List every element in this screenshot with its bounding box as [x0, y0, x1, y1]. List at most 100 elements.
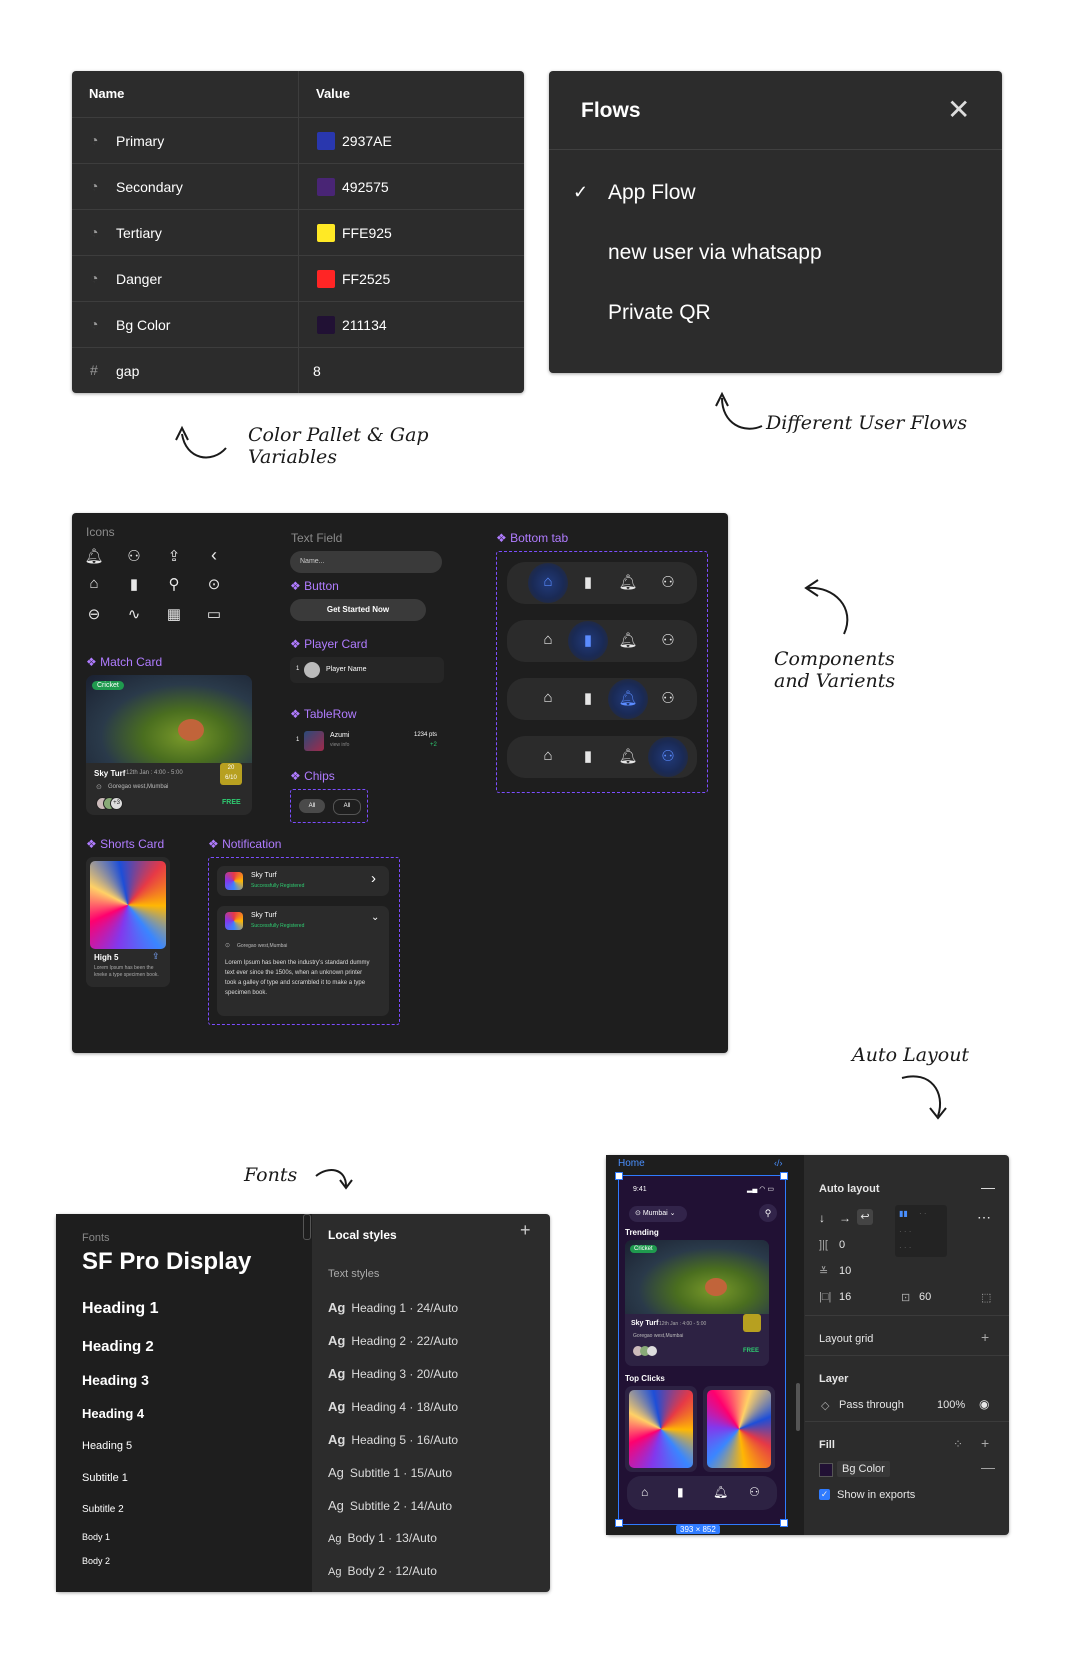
eye-icon[interactable]: ◉ [979, 1397, 989, 1411]
wrap-icon[interactable]: ↩ [857, 1209, 873, 1225]
resize-handle[interactable] [615, 1519, 623, 1527]
user-icon[interactable]: ⚇ [658, 747, 678, 765]
color-swatch[interactable] [317, 270, 335, 288]
add-layout-grid-button[interactable]: + [981, 1329, 989, 1345]
blend-mode-select[interactable]: Pass through [839, 1399, 904, 1411]
variable-value[interactable]: FF2525 [342, 271, 390, 287]
color-swatch[interactable] [317, 316, 335, 334]
ticket-icon[interactable]: ▭ [204, 605, 224, 623]
direction-down-icon[interactable]: ↓ [819, 1211, 825, 1225]
bell-icon[interactable]: 🔔︎ [713, 1485, 728, 1499]
fill-style-name[interactable]: Bg Color [837, 1461, 890, 1477]
chart-icon[interactable]: ▮ [578, 747, 598, 765]
horizontal-padding-value[interactable]: 16 [839, 1291, 851, 1303]
city-selector[interactable]: ⊙ Mumbai ⌄ [629, 1206, 687, 1222]
variable-value[interactable]: FFE925 [342, 225, 392, 241]
color-swatch[interactable] [317, 132, 335, 150]
share-icon[interactable]: ⇪ [152, 951, 160, 962]
table-row-component[interactable]: 1 Azumi view info 1234 pts +2 [290, 727, 450, 755]
code-icon[interactable]: ‹/› [774, 1158, 783, 1168]
user-icon[interactable]: ⚇ [658, 689, 678, 707]
flow-item[interactable]: App Flow [608, 181, 696, 205]
style-item[interactable]: Ag Heading 2 · 22/Auto [328, 1333, 458, 1348]
home-icon[interactable]: ⌂ [538, 689, 558, 706]
style-item[interactable]: Ag Heading 1 · 24/Auto [328, 1300, 458, 1315]
direction-right-icon[interactable]: → [839, 1211, 851, 1225]
resize-handle[interactable] [615, 1172, 623, 1180]
chart-icon[interactable]: ▮ [578, 689, 598, 707]
style-item[interactable]: Ag Heading 3 · 20/Auto [328, 1366, 458, 1381]
style-item[interactable]: Ag Heading 5 · 16/Auto [328, 1432, 458, 1447]
table-row[interactable]: ◔ Primary 2937AE [72, 117, 524, 164]
shorts-card[interactable] [625, 1386, 697, 1472]
variable-value[interactable]: 2937AE [342, 133, 392, 149]
trend-icon[interactable]: ∿ [124, 605, 144, 623]
variable-value[interactable]: 211134 [342, 317, 387, 333]
variable-value[interactable]: 492575 [342, 179, 389, 195]
chip[interactable]: All [333, 799, 361, 815]
player-card[interactable]: 1 Player Name [290, 657, 444, 683]
user-icon[interactable]: ⚇ [658, 631, 678, 649]
bell-icon[interactable]: 🔔︎ [84, 547, 104, 565]
chart-icon[interactable]: ▮ [578, 573, 598, 591]
style-item[interactable]: Ag Heading 4 · 18/Auto [328, 1399, 458, 1414]
notification-expanded[interactable]: Sky Turf Successfully Registered ⌄ ⊙ Gor… [217, 906, 389, 1016]
remove-auto-layout-button[interactable]: — [981, 1179, 995, 1195]
text-field[interactable]: Name... [290, 551, 442, 573]
style-item[interactable]: Ag Body 1 · 13/Auto [328, 1531, 437, 1545]
shorts-card[interactable]: High 5 ⇪ Lorem Ipsum has been the kneke … [86, 857, 170, 987]
flow-item[interactable]: new user via whatsapp [608, 241, 822, 265]
scrollbar[interactable] [796, 1383, 800, 1431]
layer-opacity[interactable]: 100% [937, 1399, 965, 1411]
chart-icon[interactable]: ▮ [124, 575, 144, 593]
horizontal-gap-value[interactable]: 0 [839, 1239, 845, 1251]
styles-grid-icon[interactable]: ⁘ [953, 1437, 963, 1451]
style-item[interactable]: Ag Body 2 · 12/Auto [328, 1564, 437, 1578]
bell-icon[interactable]: 🔔︎ [618, 747, 638, 765]
fill-swatch[interactable] [819, 1463, 833, 1477]
independent-padding-icon[interactable]: ⬚ [981, 1291, 991, 1304]
match-card[interactable]: Cricket Sky Turf 12th Jan : 4:00 - 5:00 … [625, 1240, 769, 1366]
more-options-icon[interactable]: ⋯ [977, 1209, 991, 1226]
more-icon[interactable]: ⊖ [84, 605, 104, 623]
style-item[interactable]: Ag Subtitle 2 · 14/Auto [328, 1498, 452, 1513]
home-icon[interactable]: ⌂ [84, 575, 104, 592]
shorts-card[interactable] [703, 1386, 775, 1472]
remove-fill-button[interactable]: — [981, 1459, 995, 1475]
home-icon[interactable]: ⌂ [538, 747, 558, 764]
close-icon[interactable]: ✕ [947, 93, 970, 126]
add-style-button[interactable]: + [520, 1220, 531, 1241]
calendar-icon[interactable]: ▦ [164, 605, 184, 623]
notification-collapsed[interactable]: Sky Turf Successfully Registered › [217, 866, 389, 896]
home-icon[interactable]: ⌂ [538, 573, 558, 590]
location-pin-icon[interactable]: ⊙ [204, 575, 224, 593]
home-icon[interactable]: ⌂ [538, 631, 558, 648]
table-row[interactable]: ◔ Secondary 492575 [72, 163, 524, 210]
chart-icon[interactable]: ▮ [677, 1485, 684, 1499]
vertical-gap-value[interactable]: 10 [839, 1265, 851, 1277]
home-frame[interactable]: 9:41 ▂▄ ◠ ▭ ⊙ Mumbai ⌄ ⚲ Trending Cricke… [615, 1172, 788, 1527]
variable-value[interactable]: 8 [313, 363, 321, 379]
scrollbar[interactable] [303, 1214, 311, 1240]
back-icon[interactable]: ‹ [204, 545, 224, 566]
table-row[interactable]: ◔ Tertiary FFE925 [72, 209, 524, 256]
bell-icon[interactable]: 🔔︎ [618, 573, 638, 591]
bell-icon[interactable]: 🔔︎ [618, 689, 638, 707]
show-in-exports-checkbox[interactable]: ✓ [819, 1489, 830, 1500]
color-swatch[interactable] [317, 178, 335, 196]
search-icon[interactable]: ⚲ [164, 575, 184, 593]
style-item[interactable]: Ag Subtitle 1 · 15/Auto [328, 1465, 452, 1480]
match-card[interactable]: Cricket Sky Turf 12th Jan : 4:00 - 5:00 … [86, 675, 252, 815]
chip[interactable]: All [299, 799, 325, 813]
user-icon[interactable]: ⚇ [124, 547, 144, 565]
chevron-right-icon[interactable]: › [371, 870, 376, 887]
user-icon[interactable]: ⚇ [749, 1485, 760, 1499]
flow-item[interactable]: Private QR [608, 301, 711, 325]
get-started-button[interactable]: Get Started Now [290, 599, 426, 621]
share-icon[interactable]: ⇪ [164, 547, 184, 565]
chevron-down-icon[interactable]: ⌄ [371, 912, 379, 923]
bell-icon[interactable]: 🔔︎ [618, 631, 638, 649]
table-row[interactable]: ◔ Bg Color 211134 [72, 301, 524, 348]
add-fill-button[interactable]: + [981, 1435, 989, 1451]
home-icon[interactable]: ⌂ [641, 1485, 648, 1499]
